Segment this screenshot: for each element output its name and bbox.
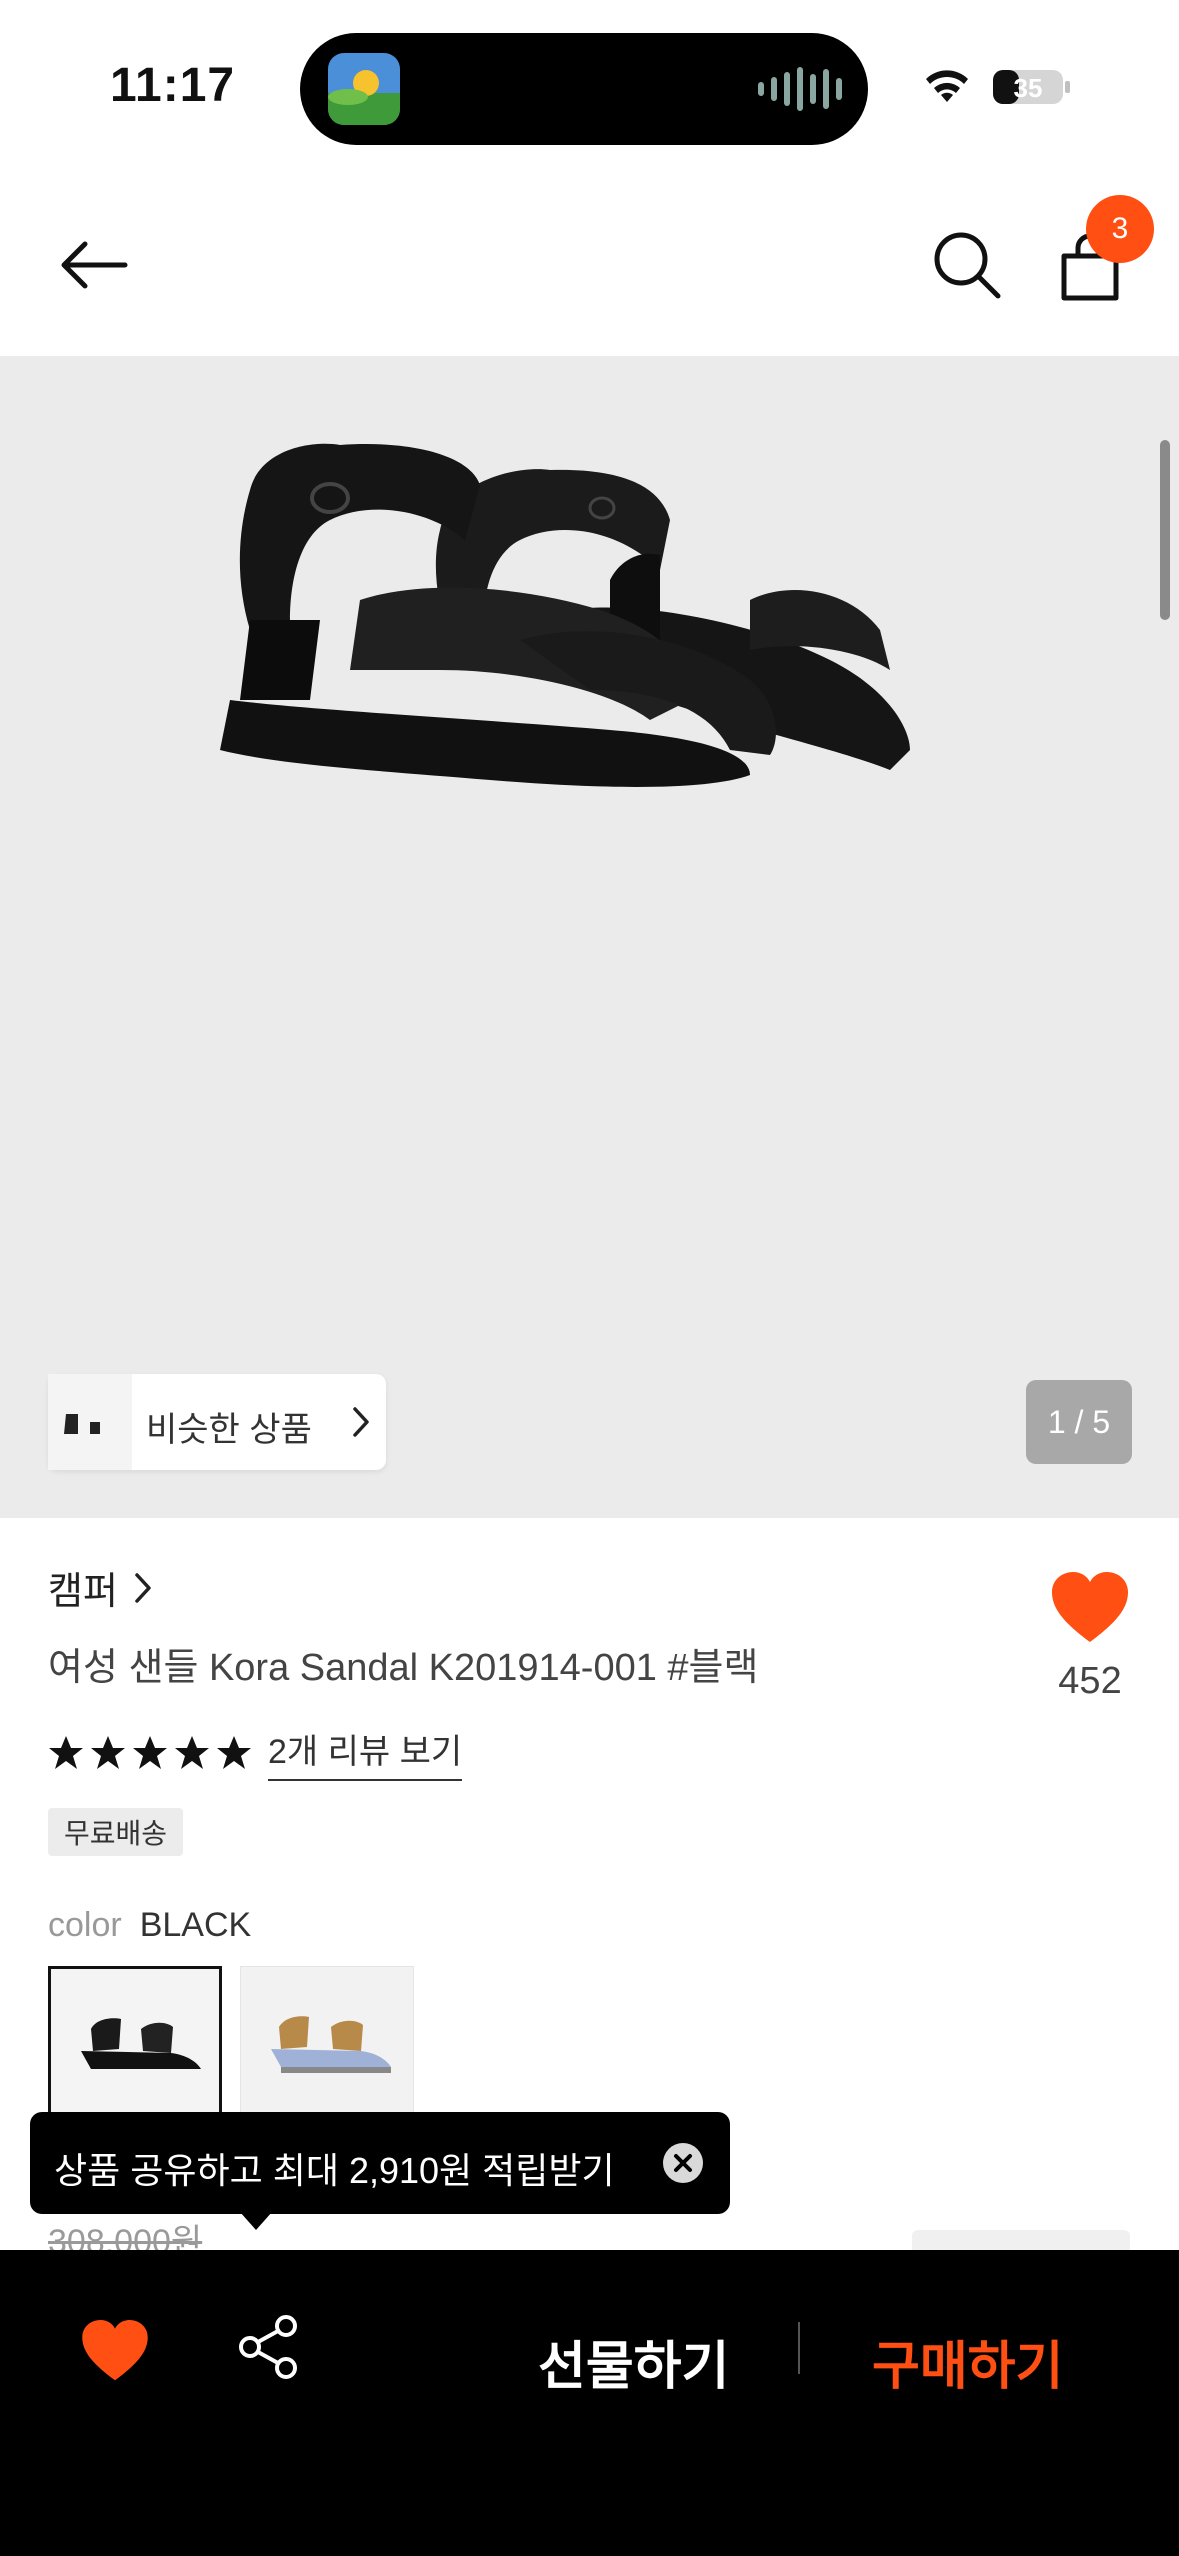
brand-name: 캠퍼 xyxy=(48,1571,118,1613)
scrollbar[interactable] xyxy=(1160,440,1170,620)
audio-waveform-icon xyxy=(758,67,842,111)
tooltip-arrow xyxy=(240,2212,272,2230)
image-page-counter: 1 / 5 xyxy=(1026,1380,1132,1464)
rating-stars xyxy=(48,1735,252,1771)
arrow-left-icon[interactable] xyxy=(55,230,135,300)
dynamic-island[interactable] xyxy=(300,33,868,145)
free-shipping-badge: 무료배송 xyxy=(48,1808,184,1856)
brand-link[interactable]: 캠퍼 xyxy=(48,1560,154,1615)
gift-button[interactable]: 선물하기 xyxy=(538,2324,729,2399)
wifi-icon xyxy=(926,70,968,102)
product-title: 여성 샌들 Kora Sandal K201914-001 #블랙 xyxy=(48,1647,759,1689)
search-icon[interactable] xyxy=(928,226,1004,302)
rating-row: 2개 리뷰 보기 xyxy=(48,1724,463,1781)
similar-products-label: 비슷한 상품 xyxy=(146,1411,312,1449)
status-bar: 11:17 35 xyxy=(0,0,1179,170)
bottom-action-bar: 선물하기 구매하기 xyxy=(0,2250,1179,2556)
color-value: BLACK xyxy=(139,1906,252,1944)
share-reward-tooltip: 상품 공유하고 최대 2,910원 적립받기 xyxy=(30,2112,730,2214)
product-image[interactable] xyxy=(190,370,1030,820)
color-swatch-black[interactable] xyxy=(48,1966,222,2116)
heart-icon[interactable] xyxy=(80,2320,150,2382)
close-icon[interactable] xyxy=(662,2142,704,2184)
now-playing-app-icon xyxy=(328,53,400,125)
star-icon xyxy=(91,1735,125,1769)
star-icon xyxy=(217,1735,251,1769)
star-icon xyxy=(133,1735,167,1769)
star-icon xyxy=(49,1735,83,1769)
divider xyxy=(798,2322,800,2374)
color-label: color xyxy=(48,1906,122,1944)
similar-thumbnail xyxy=(78,1374,134,1470)
chevron-right-icon xyxy=(353,1407,369,1437)
star-icon xyxy=(175,1735,209,1769)
cart-count-badge: 3 xyxy=(1086,195,1154,263)
tooltip-text: 상품 공유하고 최대 2,910원 적립받기 xyxy=(54,2150,615,2191)
status-time: 11:17 xyxy=(110,59,236,112)
buy-button[interactable]: 구매하기 xyxy=(872,2324,1063,2399)
heart-icon[interactable] xyxy=(1050,1572,1130,1644)
view-reviews-link[interactable]: 2개 리뷰 보기 xyxy=(268,1724,463,1781)
color-swatch-blue[interactable] xyxy=(240,1966,414,2116)
similar-products-button[interactable]: 비슷한 상품 xyxy=(48,1374,386,1470)
battery-icon: 35 xyxy=(993,70,1070,104)
battery-level: 35 xyxy=(1014,73,1043,103)
like-count: 452 xyxy=(1058,1660,1122,1702)
color-selection-label: color BLACK xyxy=(48,1906,251,1945)
chevron-right-icon xyxy=(135,1572,151,1603)
top-navigation xyxy=(0,170,1179,356)
share-icon[interactable] xyxy=(236,2314,302,2380)
